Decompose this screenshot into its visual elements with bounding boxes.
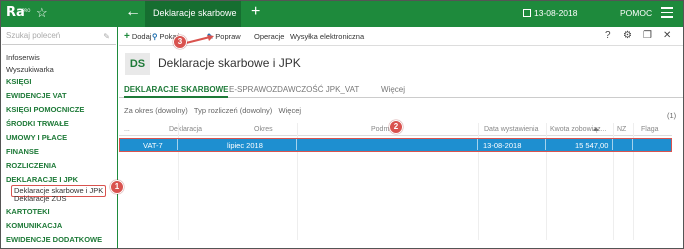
- back-arrow-icon[interactable]: ←: [125, 4, 141, 20]
- sidebar-item[interactable]: EWIDENCJE VAT: [6, 91, 67, 101]
- gear-icon[interactable]: ⚙: [623, 30, 632, 42]
- new-tab-plus-icon[interactable]: +: [251, 3, 260, 21]
- tab-jpk-vat[interactable]: E-SPRAWOZDAWCZOŚĆ JPK_VAT: [229, 84, 359, 96]
- help-question-icon[interactable]: ?: [605, 30, 611, 42]
- plus-icon: +: [124, 31, 130, 42]
- cell-kwota: 15 547,00: [575, 141, 609, 150]
- callout-badge-3: 3: [173, 35, 187, 49]
- tab-deklaracje-skarbowe[interactable]: DEKLARACJE SKARBOWE: [124, 84, 229, 98]
- sidebar-item[interactable]: KOMUNIKACJA: [6, 221, 62, 231]
- tab-more[interactable]: Więcej: [381, 84, 405, 96]
- app-logo[interactable]: Ra PRO: [6, 4, 30, 24]
- sidebar: Szukaj poleceń ✎ Infoserwis Wyszukiwarka K…: [0, 27, 118, 249]
- col-header-okres[interactable]: Okres: [254, 125, 273, 134]
- page-title: Deklaracje skarbowe i JPK: [158, 56, 301, 70]
- sidebar-item[interactable]: ROZLICZENIA: [6, 161, 56, 171]
- cell-okres: lipiec 2018: [227, 141, 263, 150]
- table-row[interactable]: VAT-7 lipiec 2018 13-08-2018 15 547,00: [119, 138, 672, 152]
- sidebar-item[interactable]: FINANSE: [6, 147, 39, 157]
- help-link[interactable]: POMOC: [620, 8, 652, 19]
- col-header-nz[interactable]: NZ: [617, 125, 626, 134]
- magnifier-icon: ⚲: [152, 32, 158, 41]
- col-header-data-wystawienia[interactable]: Data wystawienia: [484, 125, 538, 134]
- window-tab[interactable]: Deklaracje skarbowe: [145, 0, 241, 27]
- record-count: (1): [667, 111, 677, 120]
- calendar-icon: [523, 9, 531, 17]
- cell-deklaracja: VAT-7: [143, 141, 163, 150]
- callout-badge-1: 1: [110, 180, 124, 194]
- sidebar-item[interactable]: Infoserwis: [6, 53, 40, 63]
- sidebar-item[interactable]: KSIĘGI: [6, 77, 31, 87]
- sidebar-item[interactable]: UMOWY I PŁACE: [6, 133, 67, 143]
- col-header-select[interactable]: ...: [124, 125, 130, 134]
- favorite-star-icon[interactable]: ☆: [36, 5, 48, 21]
- col-header-kwota[interactable]: Kwota zobowiąz...: [550, 125, 606, 134]
- sidebar-item[interactable]: ŚRODKI TRWAŁE: [6, 119, 69, 129]
- sidebar-item[interactable]: Deklaracje ZUS: [14, 194, 67, 204]
- filters: Za okres (dowolny) Typ rozliczeń (dowoln…: [124, 106, 301, 116]
- hamburger-menu-icon[interactable]: [661, 7, 673, 18]
- callout-badge-2: 2: [389, 120, 403, 134]
- col-header-deklaracja[interactable]: Deklaracja: [169, 125, 202, 134]
- operations-button[interactable]: Operacje: [254, 32, 284, 42]
- close-icon[interactable]: ✕: [663, 30, 671, 42]
- send-electronic-button[interactable]: Wysyłka elektroniczna: [290, 32, 364, 42]
- sidebar-item[interactable]: EWIDENCJE DODATKOWE: [6, 235, 102, 245]
- page-header: DS Deklaracje skarbowe i JPK: [119, 47, 684, 81]
- sidebar-item[interactable]: Wyszukiwarka: [6, 65, 54, 75]
- filter-more[interactable]: Więcej: [279, 106, 302, 115]
- filter-period[interactable]: Za okres (dowolny): [124, 106, 188, 115]
- window-restore-icon[interactable]: ❐: [643, 30, 652, 42]
- add-button[interactable]: + Dodaj: [124, 32, 151, 42]
- working-date[interactable]: 13-08-2018: [523, 8, 577, 19]
- sidebar-item[interactable]: KSIĘGI POMOCNICZE: [6, 105, 84, 115]
- pin-icon[interactable]: ✎: [103, 30, 110, 44]
- col-header-flaga[interactable]: Flaga: [641, 125, 659, 134]
- filter-type[interactable]: Typ rozliczeń (dowolny): [194, 106, 272, 115]
- search-input[interactable]: Szukaj poleceń ✎: [2, 29, 116, 45]
- module-badge: DS: [125, 53, 150, 75]
- tab-bar: DEKLARACJE SKARBOWE E-SPRAWOZDAWCZOŚĆ JP…: [119, 82, 684, 98]
- sidebar-item[interactable]: KARTOTEKI: [6, 207, 50, 217]
- sidebar-item[interactable]: DEKLARACJE I JPK: [6, 175, 78, 185]
- top-bar: Ra PRO ☆ ← Deklaracje skarbowe + 13-08-20…: [0, 0, 684, 27]
- cell-data-wystawienia: 13-08-2018: [483, 141, 522, 150]
